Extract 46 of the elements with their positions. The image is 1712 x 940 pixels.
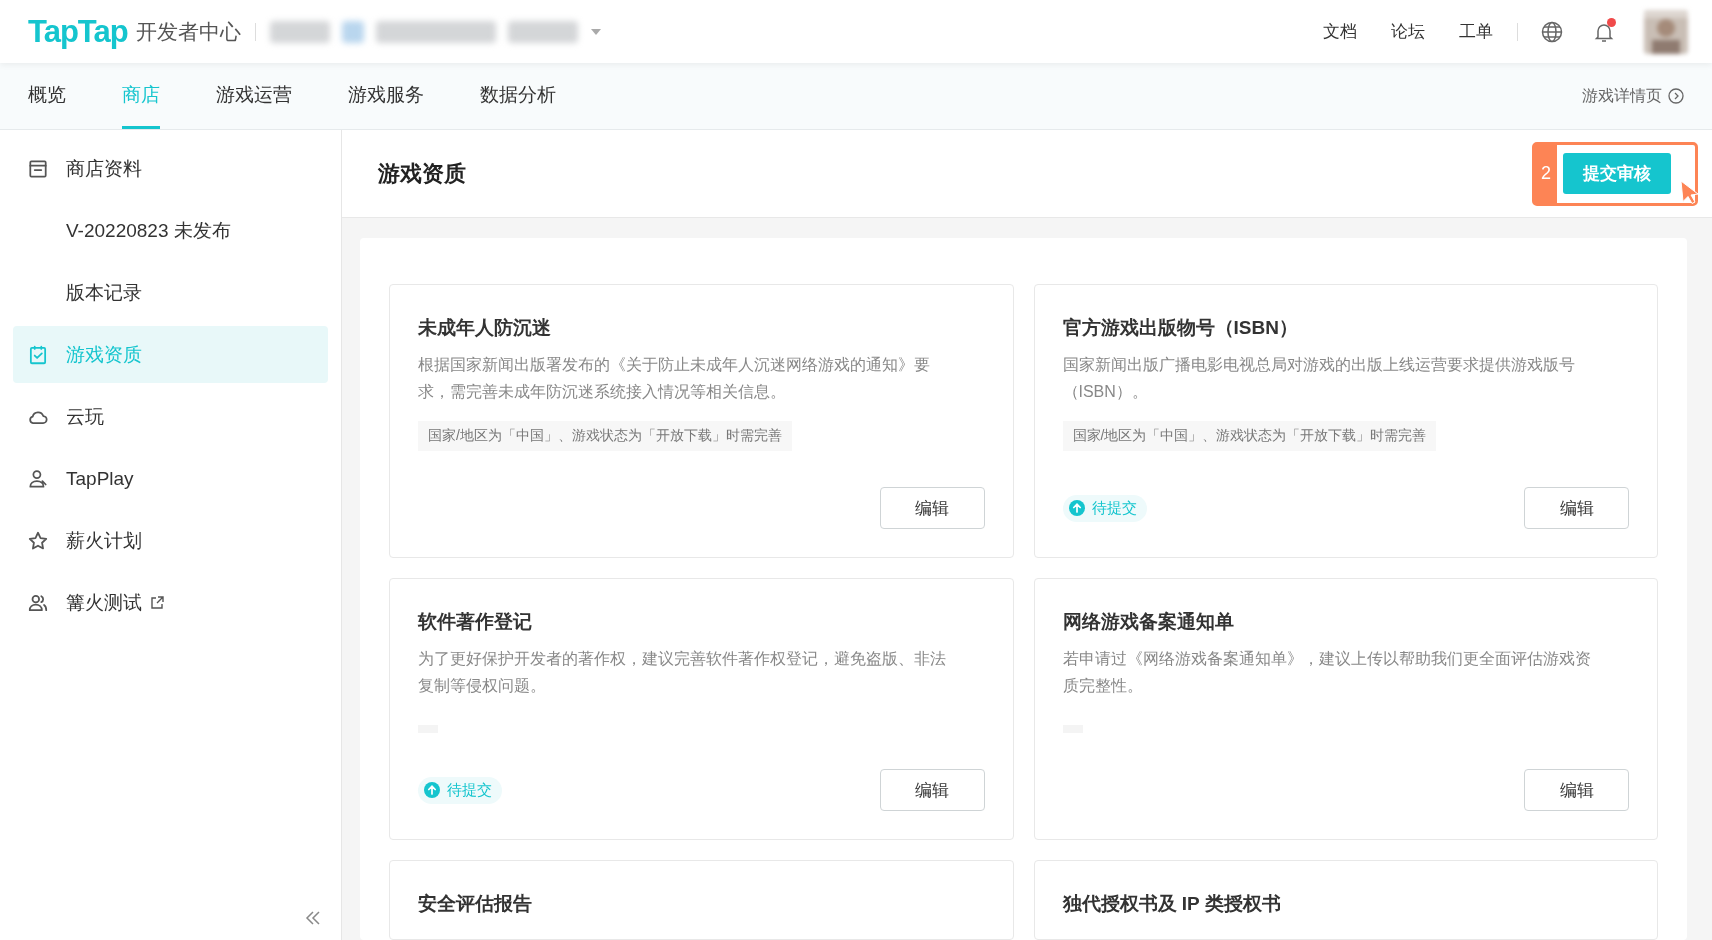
person-icon bbox=[27, 467, 49, 490]
edit-button[interactable]: 编辑 bbox=[1524, 769, 1629, 811]
sidebar-item[interactable]: TapPlay bbox=[13, 450, 328, 507]
edit-button[interactable]: 编辑 bbox=[1524, 487, 1629, 529]
sidebar-item[interactable]: 商店资料 bbox=[13, 140, 328, 197]
sidebar-item[interactable]: V-20220823 未发布 bbox=[13, 202, 328, 259]
status-tag: 待提交 bbox=[1062, 494, 1147, 522]
clipboard-check-icon bbox=[27, 343, 49, 366]
globe-icon[interactable] bbox=[1540, 19, 1564, 44]
chevron-circle-icon bbox=[1668, 88, 1684, 104]
card-title: 安全评估报告 bbox=[418, 892, 533, 916]
status-tag: 待提交 bbox=[418, 776, 502, 804]
sidebar-item[interactable]: 云玩 bbox=[13, 388, 328, 445]
nav-tab[interactable]: 概览 bbox=[28, 63, 66, 129]
step-number: 2 bbox=[1535, 144, 1557, 203]
header-link[interactable]: 工单 bbox=[1459, 20, 1493, 43]
requirement-note: 国家/地区为「中国」、游戏状态为「开放下载」时需完善 bbox=[1062, 421, 1437, 451]
edit-button[interactable]: 编辑 bbox=[879, 769, 985, 811]
star-icon bbox=[27, 529, 49, 552]
card-title: 独代授权书及 IP 类授权书 bbox=[1062, 892, 1282, 916]
card-description: 国家新闻出版广播电影电视总局对游戏的出版上线运营要求提供游戏版号（ISBN）。 bbox=[1062, 355, 1576, 402]
header-link[interactable]: 文档 bbox=[1323, 20, 1357, 43]
card-title: 网络游戏备案通知单 bbox=[1062, 610, 1235, 634]
edit-button[interactable]: 编辑 bbox=[879, 487, 985, 529]
nav-tab[interactable]: 游戏运营 bbox=[216, 63, 292, 129]
upload-icon bbox=[423, 781, 441, 799]
product-name: 开发者中心 bbox=[135, 18, 241, 45]
card-title: 软件著作登记 bbox=[418, 610, 533, 634]
sidebar-item[interactable]: 薪火计划 bbox=[13, 512, 328, 569]
card-title: 官方游戏出版物号（ISBN） bbox=[1062, 316, 1299, 340]
card-title: 未成年人防沉迷 bbox=[418, 316, 552, 340]
upload-icon bbox=[1067, 499, 1086, 517]
store-icon bbox=[27, 157, 49, 180]
sidebar-item[interactable]: 版本记录 bbox=[13, 264, 328, 321]
header-link[interactable]: 论坛 bbox=[1391, 20, 1425, 43]
card-description: 若申请过《网络游戏备案通知单》，建议上传以帮助我们更全面评估游戏资质完整性。 bbox=[1062, 649, 1592, 696]
game-detail-link[interactable]: 游戏详情页 bbox=[1582, 63, 1684, 129]
sidebar-item[interactable]: 篝火测试 bbox=[13, 574, 328, 631]
card-description: 为了更好保护开发者的著作权，建议完善软件著作权登记，避免盗版、非法复制等侵权问题。 bbox=[418, 649, 947, 696]
notification-bell-icon[interactable] bbox=[1592, 19, 1616, 44]
page-title: 游戏资质 bbox=[378, 159, 466, 188]
nav-tab[interactable]: 游戏服务 bbox=[348, 63, 424, 129]
requirement-note: 国家/地区为「中国」、游戏状态为「开放下载」时需完善 bbox=[418, 421, 792, 451]
dropdown-caret-icon[interactable] bbox=[589, 27, 602, 36]
card-description: 根据国家新闻出版署发布的《关于防止未成年人沉迷网络游戏的通知》要求，需完善未成年防沉迷系统接入情况等相关信息。 bbox=[418, 355, 931, 402]
nav-tab[interactable]: 数据分析 bbox=[480, 63, 556, 129]
